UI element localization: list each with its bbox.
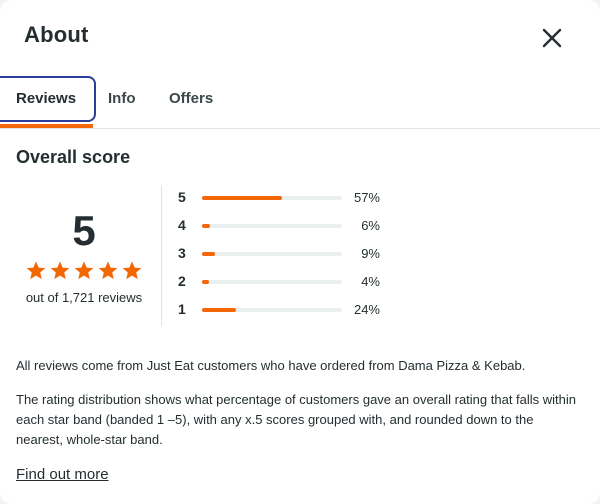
tab-info[interactable]: Info [108, 76, 136, 122]
star-icon [74, 261, 94, 280]
star-icon [50, 261, 70, 280]
distribution-bar-fill [202, 252, 215, 256]
distribution-bar-track [202, 196, 342, 200]
distribution-star-label: 2 [178, 273, 186, 289]
distribution-percent: 6% [361, 218, 380, 233]
tab-bar: Reviews Info Offers [0, 74, 600, 129]
score-value: 5 [72, 207, 96, 254]
rating-distribution: 5 57% 4 6% 3 9% 2 4% 1 24% [178, 187, 398, 327]
distribution-row-3: 3 9% [178, 243, 398, 271]
distribution-bar-track [202, 280, 342, 284]
distribution-row-5: 5 57% [178, 187, 398, 215]
divider [161, 185, 162, 326]
distribution-star-label: 1 [178, 301, 186, 317]
distribution-bar-fill [202, 308, 236, 312]
find-out-more-link[interactable]: Find out more [16, 466, 109, 483]
distribution-star-label: 5 [178, 189, 186, 205]
dialog-title: About [24, 22, 89, 47]
distribution-row-2: 2 4% [178, 271, 398, 299]
distribution-star-label: 3 [178, 245, 186, 261]
distribution-explanation: The rating distribution shows what perce… [16, 392, 577, 447]
overall-score: 5 out of 1,721 reviews [16, 206, 152, 305]
reviews-count: out of 1,721 reviews [25, 290, 143, 305]
tab-offers[interactable]: Offers [169, 76, 213, 122]
distribution-star-label: 4 [178, 217, 186, 233]
reviews-source-text: All reviews come from Just Eat customers… [16, 358, 526, 373]
active-tab-indicator [0, 124, 93, 128]
distribution-percent: 4% [361, 274, 380, 289]
star-icon [122, 261, 142, 280]
distribution-bar-fill [202, 196, 282, 200]
dialog-header: About [0, 0, 600, 74]
star-rating [16, 260, 152, 284]
distribution-percent: 57% [353, 190, 380, 205]
distribution-percent: 24% [353, 302, 380, 317]
distribution-row-4: 4 6% [178, 215, 398, 243]
distribution-bar-track [202, 308, 342, 312]
distribution-bar-fill [202, 224, 211, 228]
about-dialog: About Reviews Info Offers Overall score … [0, 0, 600, 504]
close-button[interactable] [536, 22, 568, 54]
section-title: Overall score [16, 147, 131, 167]
distribution-row-1: 1 24% [178, 299, 398, 327]
close-icon [542, 28, 562, 48]
tab-reviews[interactable]: Reviews [0, 76, 96, 122]
star-icon [98, 261, 118, 280]
star-icon [26, 261, 46, 280]
distribution-bar-track [202, 252, 342, 256]
distribution-bar-track [202, 224, 342, 228]
distribution-percent: 9% [361, 246, 380, 261]
distribution-bar-fill [202, 280, 209, 284]
